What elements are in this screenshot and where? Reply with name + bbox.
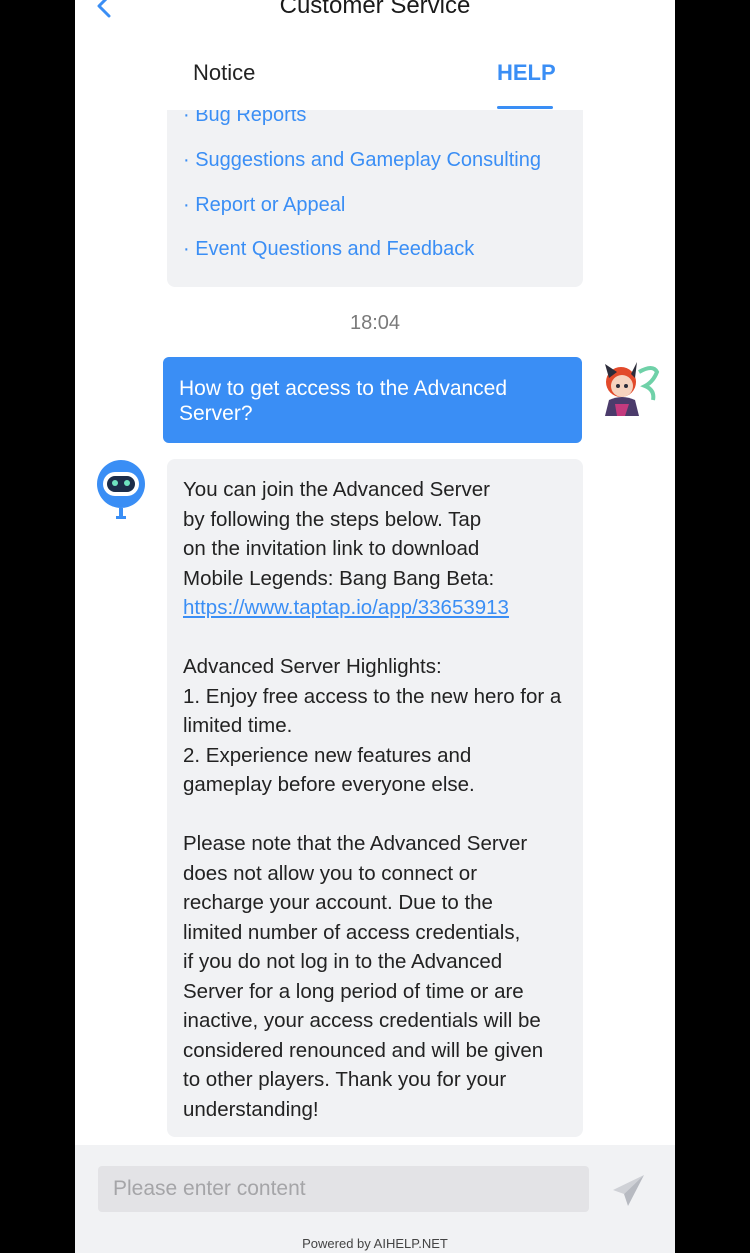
tab-help[interactable]: HELP	[497, 60, 556, 86]
highlight-line: 1. Enjoy free access to the new hero for…	[183, 684, 562, 708]
tab-notice[interactable]: Notice	[193, 60, 255, 86]
bot-line: by following the steps below. Tap	[183, 507, 482, 531]
header: Customer Service Notice HELP	[75, 0, 675, 110]
faq-link-report-appeal[interactable]: · Report or Appeal	[183, 194, 345, 217]
note-line: considered renounced and will be given	[183, 1038, 544, 1062]
highlights-title: Advanced Server Highlights:	[183, 655, 442, 678]
note-line: Server for a long period of time or are	[183, 979, 524, 1003]
bot-line: Mobile Legends: Bang Bang Beta:	[183, 566, 495, 590]
chat-area[interactable]: · Bug Reports · Suggestions and Gameplay…	[75, 104, 675, 1145]
note-line: does not allow you to connect or	[183, 861, 478, 885]
bot-line: You can join the Advanced Server	[183, 478, 490, 501]
highlight-line: 2. Experience new features and	[183, 743, 472, 767]
note-line: if you do not log in to the Advanced	[183, 950, 503, 973]
page-title: Customer Service	[279, 0, 471, 19]
message-timestamp: 18:04	[349, 312, 401, 334]
beta-download-link[interactable]: https://www.taptap.io/app/33653913	[183, 596, 509, 619]
faq-bubble: · Bug Reports · Suggestions and Gameplay…	[167, 104, 583, 287]
active-tab-indicator	[497, 106, 553, 109]
phone-screen: Customer Service Notice HELP · Bug Repor…	[75, 0, 675, 1253]
bot-message-bubble: You can join the Advanced Server by foll…	[167, 459, 583, 1137]
user-message-bubble: How to get access to the Advanced Server…	[163, 357, 582, 443]
message-input[interactable]	[98, 1166, 589, 1212]
note-line: understanding!	[183, 1097, 319, 1121]
note-line: recharge your account. Due to the	[183, 891, 493, 914]
powered-by-label: Powered by AIHELP.NET	[302, 1236, 448, 1251]
note-line: inactive, your access credentials will b…	[183, 1009, 541, 1032]
robot-avatar-icon	[97, 460, 145, 519]
note-line: limited number of access credentials,	[183, 920, 521, 944]
composer-bar: Powered by AIHELP.NET	[75, 1145, 675, 1253]
faq-link-suggestions[interactable]: · Suggestions and Gameplay Consulting	[183, 149, 541, 172]
bot-line: on the invitation link to download	[183, 537, 480, 560]
user-avatar-icon[interactable]	[595, 360, 661, 420]
highlight-line: gameplay before everyone else.	[183, 773, 475, 796]
note-line: to other players. Thank you for your	[183, 1068, 507, 1091]
highlight-line: limited time.	[183, 714, 293, 737]
note-line: Please note that the Advanced Server	[183, 832, 528, 855]
faq-link-event-questions[interactable]: · Event Questions and Feedback	[183, 238, 474, 261]
send-icon[interactable]	[610, 1171, 648, 1209]
